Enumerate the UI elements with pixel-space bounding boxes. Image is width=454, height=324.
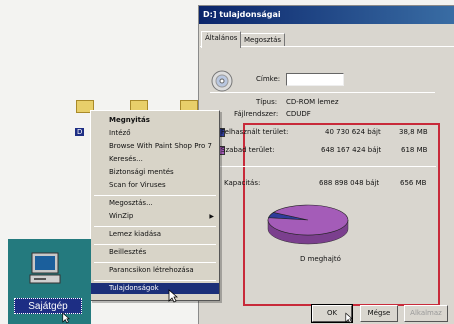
dialog-title: D:] tulajdonságai xyxy=(199,6,454,24)
free-bytes: 648 167 424 bájt xyxy=(321,146,382,154)
menu-item[interactable]: Biztonsági mentés xyxy=(91,167,219,178)
cd-drive-icon xyxy=(211,70,233,92)
menu-separator xyxy=(94,280,216,281)
menu-item[interactable]: Keresés... xyxy=(91,154,219,165)
drive-d-icon-label[interactable]: D xyxy=(75,128,85,136)
apply-button[interactable]: Alkalmaz xyxy=(404,305,448,322)
menu-item-label: Scan for Viruses xyxy=(109,181,166,189)
capacity-label: Kapacitás: xyxy=(224,179,261,187)
menu-separator xyxy=(94,226,216,227)
mouse-cursor-icon xyxy=(62,312,70,324)
name-input[interactable] xyxy=(286,73,344,86)
divider xyxy=(210,92,435,93)
menu-separator xyxy=(94,244,216,245)
filesystem-label: Fájlrendszer: xyxy=(234,110,279,118)
menu-item[interactable]: Megosztás... xyxy=(91,198,219,209)
menu-item[interactable]: Parancsikon létrehozása xyxy=(91,265,219,276)
used-size: 38,8 MB xyxy=(399,128,428,136)
free-label: Szabad terület: xyxy=(221,146,275,154)
menu-item[interactable]: Megnyitás xyxy=(91,115,219,126)
disk-usage-pie-chart xyxy=(267,204,349,245)
type-label: Típus: xyxy=(256,98,278,106)
computer-icon[interactable] xyxy=(28,251,62,287)
used-bytes: 40 730 624 bájt xyxy=(325,128,381,136)
menu-item-label: Browse With Paint Shop Pro 7 xyxy=(109,142,212,150)
context-menu: Megnyitás Intéző Browse With Paint Shop Pr… xyxy=(90,110,220,301)
menu-item-label: WinZip xyxy=(109,212,134,220)
menu-item[interactable]: Intéző xyxy=(91,128,219,139)
menu-item-label: Lemez kiadása xyxy=(109,230,162,238)
cancel-button[interactable]: Mégse xyxy=(360,305,398,322)
tab-general[interactable]: Általános xyxy=(201,31,242,48)
mouse-cursor-icon xyxy=(168,289,178,303)
menu-item[interactable]: Lemez kiadása xyxy=(91,229,219,240)
free-size: 618 MB xyxy=(401,146,428,154)
menu-item[interactable]: Browse With Paint Shop Pro 7 xyxy=(91,141,219,152)
tab-sharing[interactable]: Megosztás xyxy=(240,33,286,47)
menu-item-label: Beillesztés xyxy=(109,248,147,256)
drive-label: D meghajtó xyxy=(300,255,341,263)
capacity-size: 656 MB xyxy=(400,179,427,187)
type-value: CD-ROM lemez xyxy=(286,98,339,106)
menu-item[interactable]: Scan for Viruses xyxy=(91,180,219,191)
menu-separator xyxy=(94,195,216,196)
menu-item[interactable]: WinZip ▶ xyxy=(91,211,219,222)
submenu-arrow-icon: ▶ xyxy=(209,213,214,220)
pie-slice-free xyxy=(267,204,349,236)
menu-item[interactable]: Tulajdonságok xyxy=(91,283,219,294)
name-label: Címke: xyxy=(256,75,281,83)
menu-separator xyxy=(94,262,216,263)
menu-item-label: Parancsikon létrehozása xyxy=(109,266,194,274)
used-label: Felhasznált terület: xyxy=(221,128,289,136)
mouse-cursor-icon xyxy=(345,312,353,324)
menu-item-label: Keresés... xyxy=(109,155,143,163)
menu-item[interactable]: Beillesztés xyxy=(91,247,219,258)
filesystem-value: CDUDF xyxy=(286,110,311,118)
menu-item-label: Megosztás... xyxy=(109,199,153,207)
menu-item-label: Tulajdonságok xyxy=(109,284,159,292)
my-computer-label[interactable]: Sajátgép xyxy=(14,298,82,314)
menu-item-label: Intéző xyxy=(109,129,131,137)
divider xyxy=(214,166,436,167)
menu-item-label: Megnyitás xyxy=(109,116,150,124)
capacity-bytes: 688 898 048 bájt xyxy=(319,179,380,187)
menu-item-label: Biztonsági mentés xyxy=(109,168,174,176)
